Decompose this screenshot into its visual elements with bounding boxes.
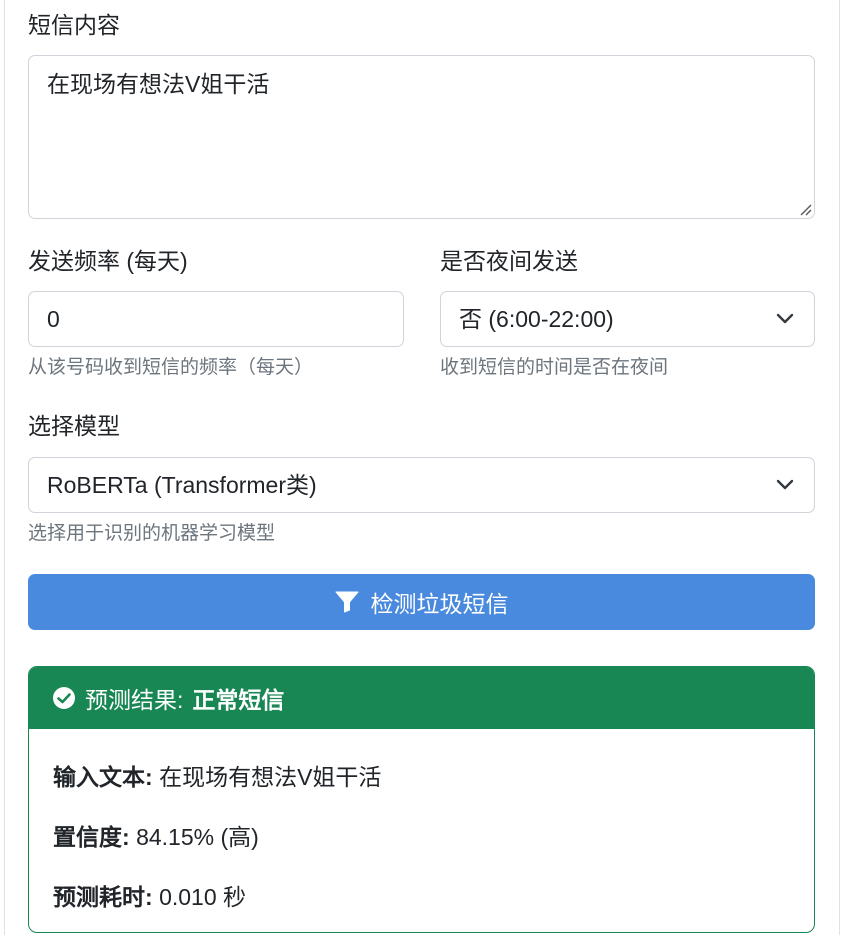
frequency-value[interactable]: 0 bbox=[47, 306, 60, 332]
result-header-value: 正常短信 bbox=[192, 687, 285, 713]
night-label: 是否夜间发送 bbox=[440, 248, 578, 274]
night-select[interactable]: 否 (6:00-22:00) bbox=[440, 291, 815, 347]
result-confidence-label: 置信度: bbox=[53, 824, 130, 850]
frequency-label: 发送频率 (每天) bbox=[28, 248, 188, 274]
model-help: 选择用于识别的机器学习模型 bbox=[28, 523, 276, 544]
result-time-value: 0.010 秒 bbox=[159, 884, 247, 910]
night-selected-value[interactable]: 否 (6:00-22:00) bbox=[459, 306, 614, 332]
result-header: 预测结果: 正常短信 bbox=[29, 667, 814, 729]
frequency-help: 从该号码收到短信的频率（每天） bbox=[28, 357, 314, 378]
result-card: 预测结果: 正常短信 输入文本: 在现场有想法V姐干活 置信度: 84.15% … bbox=[28, 666, 815, 933]
result-header-prefix: 预测结果: bbox=[85, 687, 184, 713]
result-time-label: 预测耗时: bbox=[53, 884, 153, 910]
chevron-down-icon bbox=[776, 479, 794, 490]
check-circle-icon bbox=[53, 687, 75, 709]
message-label: 短信内容 bbox=[28, 12, 120, 38]
result-confidence-line: 置信度: 84.15% (高) bbox=[53, 818, 259, 852]
filter-icon bbox=[335, 591, 358, 613]
night-help: 收到短信的时间是否在夜间 bbox=[440, 357, 669, 378]
result-input-line: 输入文本: 在现场有想法V姐干活 bbox=[53, 758, 381, 792]
result-input-value: 在现场有想法V姐干活 bbox=[159, 764, 382, 790]
message-textarea[interactable]: 在现场有想法V姐干活 bbox=[28, 55, 815, 219]
result-time-line: 预测耗时: 0.010 秒 bbox=[53, 878, 246, 912]
result-confidence-value: 84.15% (高) bbox=[136, 824, 259, 850]
detect-button-label: 检测垃圾短信 bbox=[370, 591, 509, 617]
chevron-down-icon bbox=[776, 313, 794, 324]
model-selected-value[interactable]: RoBERTa (Transformer类) bbox=[47, 472, 317, 498]
message-text[interactable]: 在现场有想法V姐干活 bbox=[47, 71, 269, 97]
result-input-label: 输入文本: bbox=[53, 764, 153, 790]
resize-handle-icon[interactable] bbox=[798, 202, 812, 216]
model-label: 选择模型 bbox=[28, 413, 120, 439]
model-select[interactable]: RoBERTa (Transformer类) bbox=[28, 457, 815, 513]
detect-spam-button[interactable]: 检测垃圾短信 bbox=[28, 574, 815, 630]
frequency-input[interactable]: 0 bbox=[28, 291, 404, 347]
